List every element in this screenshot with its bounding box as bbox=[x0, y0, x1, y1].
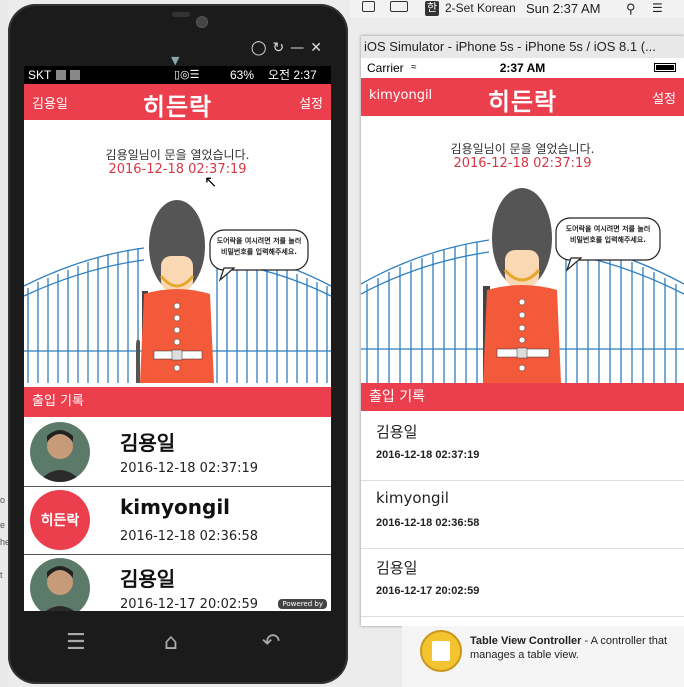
emulator-tool-icons: ◯↻—✕ bbox=[251, 40, 328, 56]
avatar bbox=[30, 558, 90, 611]
speech-bubble-line-1: 도어락을 여시려면 저를 눌러 bbox=[216, 237, 302, 245]
window-switch-icon[interactable] bbox=[362, 1, 375, 16]
ios-log-row[interactable]: 김용일 2016-12-17 20:02:59 bbox=[361, 549, 684, 617]
xcode-left-edge: o e he t bbox=[0, 0, 10, 687]
person-photo-icon bbox=[30, 558, 90, 611]
menubar-clock[interactable]: Sun 2:37 AM bbox=[526, 1, 600, 16]
object-title: Table View Controller bbox=[470, 635, 582, 647]
powered-by-badge: Powered by bbox=[278, 599, 327, 609]
carrier-label: SKT bbox=[28, 68, 52, 82]
speech-bubble-line-2: 비밀번호를 입력해주세요. bbox=[221, 248, 297, 256]
person-photo-icon bbox=[30, 422, 90, 482]
ios-log-name: 김용일 bbox=[376, 423, 418, 441]
ios-section-title-bar: 출입 기록 bbox=[361, 383, 684, 411]
mouse-cursor-icon: ↖ bbox=[204, 172, 218, 191]
ios-door-open-message: 김용일님이 문을 열었습니다. bbox=[450, 142, 595, 156]
ios-log-time: 2016-12-17 20:02:59 bbox=[376, 585, 480, 597]
front-camera bbox=[196, 16, 208, 28]
section-title-bar: 출입 기록 bbox=[24, 387, 331, 417]
object-description: Table View Controller - A controller tha… bbox=[470, 634, 680, 662]
ios-log-name: 김용일 bbox=[376, 559, 418, 577]
android-nav-bar: ☰ ⌂ ↶ bbox=[8, 616, 348, 684]
ios-speech-bubble-line-1: 도어락을 여시려면 저를 눌러 bbox=[565, 225, 651, 233]
door-open-message: 김용일님이 문을 열었습니다. bbox=[105, 148, 250, 162]
ios-settings-button[interactable]: 설정 bbox=[652, 88, 676, 107]
log-name: kimyongil bbox=[120, 495, 231, 519]
log-name: 김용일 bbox=[120, 567, 176, 591]
notification-icon-2 bbox=[70, 70, 80, 80]
simulator-window-title[interactable]: iOS Simulator - iPhone 5s - iPhone 5s / … bbox=[361, 36, 684, 58]
minimize-icon[interactable]: — bbox=[290, 40, 310, 56]
xcode-object-library-item[interactable]: Table View Controller - A controller tha… bbox=[402, 626, 684, 687]
input-source-icon[interactable]: 한 bbox=[425, 1, 440, 16]
menu-icon[interactable]: ☰ bbox=[66, 630, 86, 655]
ios-app-logo: 히든락 bbox=[487, 88, 558, 116]
signal-icons: ▯◎☰ bbox=[174, 69, 200, 81]
rotate-icon[interactable]: ↻ bbox=[273, 40, 291, 56]
android-status-bar: SKT ▯◎☰ 63% 오전 2:37 bbox=[24, 66, 331, 84]
log-time: 2016-12-17 20:02:59 bbox=[120, 597, 259, 611]
ios-gate-and-guard-svg bbox=[360, 188, 684, 383]
ios-status-bar: Carrier ≈ 2:37 AM bbox=[361, 58, 684, 78]
log-row[interactable]: 김용일 2016-12-18 02:37:19 bbox=[24, 419, 331, 487]
android-emulator: ◯↻—✕ ▼ SKT ▯◎☰ 63% 오전 2:37 김용일 히든락 설정 김용… bbox=[8, 4, 348, 684]
ios-log-time: 2016-12-18 02:37:19 bbox=[376, 449, 480, 461]
mac-menubar: 한 2-Set Korean Sun 2:37 AM ⚲ ☰ bbox=[350, 0, 684, 18]
ghost-icon[interactable]: ◯ bbox=[251, 40, 273, 56]
ios-log-name: kimyongil bbox=[376, 489, 449, 507]
ios-simulator-window: iOS Simulator - iPhone 5s - iPhone 5s / … bbox=[360, 36, 684, 626]
app-header: 김용일 히든락 설정 bbox=[24, 84, 331, 121]
back-icon[interactable]: ↶ bbox=[262, 630, 280, 655]
avatar: 히든락 bbox=[30, 490, 90, 550]
avatar bbox=[30, 422, 90, 482]
log-time: 2016-12-18 02:36:58 bbox=[120, 529, 259, 544]
app-logo: 히든락 bbox=[142, 93, 213, 121]
log-name: 김용일 bbox=[120, 431, 176, 455]
guard-illustration[interactable]: 도어락을 여시려면 저를 눌러 비밀번호를 입력해주세요. bbox=[24, 196, 331, 383]
display-icon[interactable] bbox=[390, 1, 408, 16]
ios-door-open-time: 2016-12-18 02:37:19 bbox=[453, 156, 592, 171]
ios-log-row[interactable]: kimyongil 2016-12-18 02:36:58 bbox=[361, 481, 684, 549]
ios-speech-bubble-line-2: 비밀번호를 입력해주세요. bbox=[570, 236, 646, 244]
notification-icon bbox=[56, 70, 66, 80]
ios-log-row[interactable]: 김용일 2016-12-18 02:37:19 bbox=[361, 413, 684, 481]
close-icon[interactable]: ✕ bbox=[310, 40, 328, 56]
avatar-logo-text: 히든락 bbox=[40, 513, 80, 529]
table-view-controller-icon bbox=[420, 630, 462, 672]
speaker-grille bbox=[172, 12, 190, 17]
android-screen: SKT ▯◎☰ 63% 오전 2:37 김용일 히든락 설정 김용일님이 문을 … bbox=[24, 66, 331, 611]
emulator-toolbar: ◯↻—✕ ▼ bbox=[8, 4, 348, 70]
spotlight-search-icon[interactable]: ⚲ bbox=[626, 1, 636, 16]
ios-status-time: 2:37 AM bbox=[499, 61, 546, 75]
battery-icon bbox=[654, 63, 676, 72]
notification-center-icon[interactable]: ☰ bbox=[652, 1, 663, 16]
home-icon[interactable]: ⌂ bbox=[164, 630, 178, 655]
status-time: 오전 2:37 bbox=[268, 68, 317, 82]
gate-and-guard-svg bbox=[24, 200, 331, 383]
ios-app-header: kimyongil 히든락 설정 bbox=[361, 78, 684, 116]
log-time: 2016-12-18 02:37:19 bbox=[120, 461, 259, 476]
door-open-time: 2016-12-18 02:37:19 bbox=[108, 162, 247, 177]
battery-percent: 63% bbox=[230, 68, 255, 82]
ios-guard-illustration[interactable]: 도어락을 여시려면 저를 눌러 비밀번호를 입력해주세요. bbox=[360, 184, 684, 383]
settings-button[interactable]: 설정 bbox=[299, 93, 323, 112]
ios-log-time: 2016-12-18 02:36:58 bbox=[376, 517, 480, 529]
log-row[interactable]: 히든락 kimyongil 2016-12-18 02:36:58 bbox=[24, 487, 331, 555]
input-source-label[interactable]: 2-Set Korean bbox=[445, 1, 516, 16]
